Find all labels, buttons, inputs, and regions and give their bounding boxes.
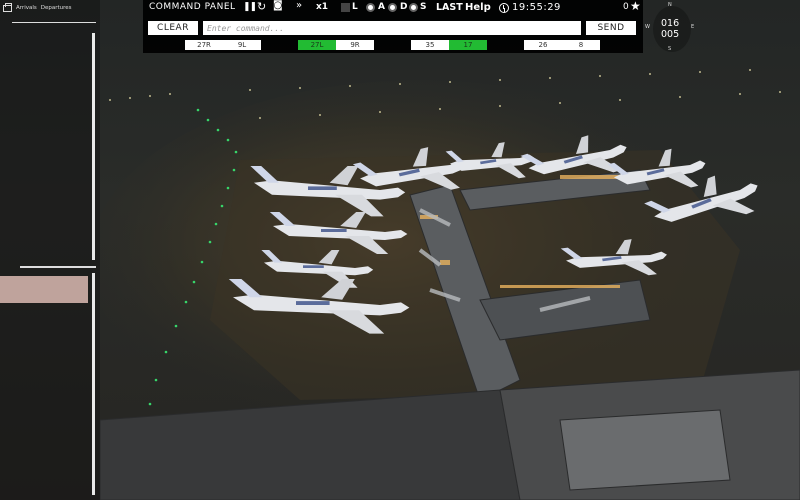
runway-26[interactable]: 26 (524, 40, 562, 50)
tab-departures[interactable]: Departures (41, 5, 72, 11)
help-button[interactable]: Help (465, 2, 491, 13)
runway-9l[interactable]: 9L (223, 40, 261, 50)
toggle-d-box[interactable] (388, 3, 397, 12)
score-value: 0 (623, 2, 629, 12)
departures-scrollbar[interactable] (92, 273, 95, 495)
fast-forward-icon[interactable]: » (296, 0, 302, 11)
command-panel-title: COMMAND PANEL (149, 2, 236, 12)
runway-27l[interactable]: 27L (298, 40, 336, 50)
camera-icon[interactable]: ◙ (273, 0, 283, 11)
toggle-s-box[interactable] (409, 3, 418, 12)
flight-tabs: Arrivals Departures (0, 0, 100, 16)
toggle-s-label[interactable]: S (420, 2, 426, 12)
airport-3d-view[interactable] (0, 0, 800, 500)
compass-north: N (668, 2, 672, 8)
pause-icon[interactable]: ❚❚ (243, 2, 257, 12)
sim-clock: 19:55:29 (512, 2, 561, 13)
toggle-d-label[interactable]: D (400, 2, 407, 12)
toggle-a-label[interactable]: A (378, 2, 385, 12)
compass: N W E S 016 005 (645, 0, 695, 60)
wind-readout: 005 (661, 29, 680, 40)
star-icon: ★ (630, 0, 641, 13)
runway-27r[interactable]: 27R (185, 40, 223, 50)
flight-list-panel: Arrivals Departures (0, 0, 100, 500)
clear-button[interactable]: CLEAR (148, 21, 198, 35)
compass-east: E (691, 24, 695, 30)
runway-17[interactable]: 17 (449, 40, 487, 50)
tab-underline (12, 22, 96, 23)
command-input[interactable] (203, 21, 581, 35)
command-toolbar: COMMAND PANEL ❚❚ ↻ ◙ » x1 L A D S LAST H… (143, 0, 643, 16)
flight-strip-selected[interactable] (0, 276, 88, 303)
last-button[interactable]: LAST (436, 2, 463, 13)
restart-icon[interactable]: ↻ (257, 0, 266, 13)
clock-icon (499, 3, 509, 13)
runway-35[interactable]: 35 (411, 40, 449, 50)
toggle-a-box[interactable] (366, 3, 375, 12)
compass-west: W (645, 24, 650, 30)
command-panel: COMMAND PANEL ❚❚ ↻ ◙ » x1 L A D S LAST H… (143, 0, 643, 53)
runway-9r[interactable]: 9R (336, 40, 374, 50)
tab-arrivals[interactable]: Arrivals (16, 5, 37, 11)
command-row: CLEAR SEND (148, 21, 638, 35)
heading-readout: 016 (661, 18, 680, 29)
toggle-l-label[interactable]: L (352, 2, 358, 12)
arrivals-scrollbar[interactable] (92, 33, 95, 260)
send-button[interactable]: SEND (586, 21, 636, 35)
sim-speed[interactable]: x1 (316, 2, 328, 12)
toggle-l-box[interactable] (341, 3, 350, 12)
compass-south: S (668, 46, 672, 52)
list-divider (20, 266, 96, 268)
flights-icon[interactable] (3, 2, 12, 12)
runway-8[interactable]: 8 (562, 40, 600, 50)
